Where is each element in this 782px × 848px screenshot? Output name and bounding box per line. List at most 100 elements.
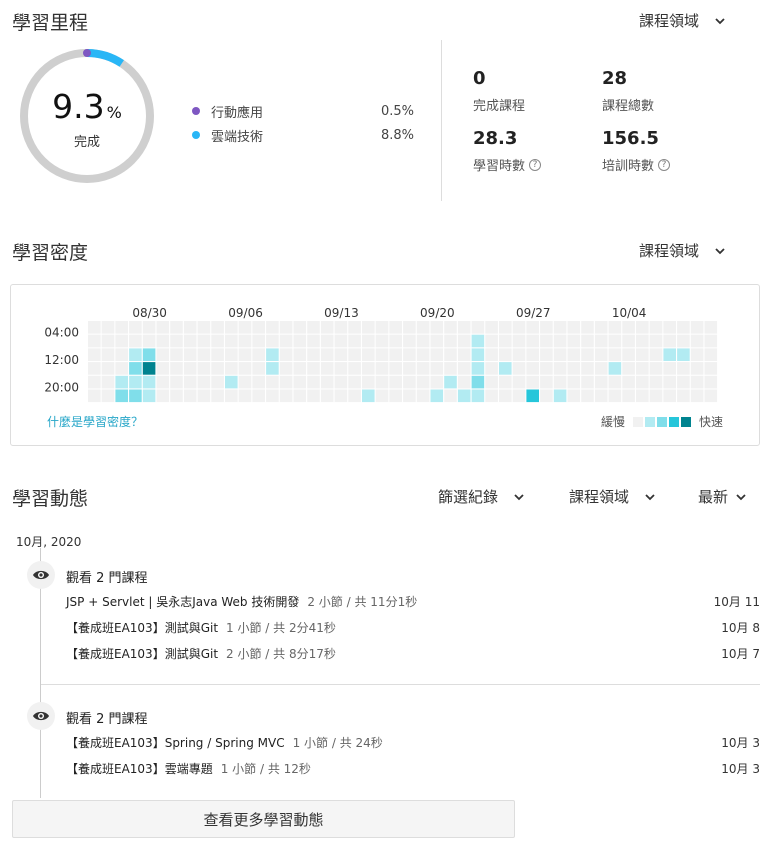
heatmap-cell xyxy=(334,321,348,334)
heatmap-cell xyxy=(252,375,265,389)
heatmap-cell xyxy=(389,375,402,389)
heatmap-cell xyxy=(142,321,156,334)
heatmap-cell xyxy=(266,321,279,334)
heatmap-cell xyxy=(129,362,142,375)
heatmap-cell xyxy=(622,389,635,403)
activity-course: 【養成班EA103】測試與Git xyxy=(66,647,219,661)
heatmap-cell xyxy=(403,321,416,334)
heatmap-date-label: 09/27 xyxy=(516,306,551,320)
heatmap-cell xyxy=(594,375,608,389)
heatmap-cell xyxy=(156,375,170,389)
heatmap-cell xyxy=(101,348,115,361)
sort-label: 最新 xyxy=(698,488,729,506)
sort-dropdown[interactable]: 最新 xyxy=(698,486,748,507)
heatmap-cell xyxy=(225,321,238,334)
heatmap-cell xyxy=(266,334,279,348)
heatmap-cell xyxy=(156,348,170,361)
heatmap-cell xyxy=(622,321,635,334)
progress-domain-dropdown[interactable]: 課程領域 xyxy=(639,10,727,31)
heatmap-cell xyxy=(690,389,704,403)
heatmap-cell xyxy=(142,362,156,375)
heatmap-cell xyxy=(362,375,375,389)
activity-row[interactable]: 【養成班EA103】測試與Git 1 小節 / 共 2分41秒 10月 8 xyxy=(66,619,760,636)
heatmap-cell xyxy=(540,321,553,334)
activity-row[interactable]: JSP + Servlet | 吳永志Java Web 技術開發 2 小節 / … xyxy=(66,593,760,610)
heatmap-cell xyxy=(183,362,197,375)
heatmap-cell xyxy=(690,334,704,348)
legend-slow-label: 緩慢 xyxy=(600,415,625,429)
heatmap-cell xyxy=(485,348,498,361)
heatmap-cell xyxy=(581,375,594,389)
heatmap-cell xyxy=(348,362,361,375)
eye-icon xyxy=(27,702,55,730)
heatmap-cell xyxy=(320,362,334,375)
heatmap-cell xyxy=(457,348,471,361)
heatmap-cell xyxy=(156,321,170,334)
heatmap-cell xyxy=(457,334,471,348)
heatmap-cell xyxy=(553,375,567,389)
heatmap-cell xyxy=(457,389,471,403)
heatmap-cell xyxy=(526,348,539,361)
legend-fast-label: 快速 xyxy=(698,415,723,429)
heatmap-cell xyxy=(690,362,704,375)
heatmap-cell xyxy=(307,389,320,403)
help-icon[interactable]: ? xyxy=(529,158,542,171)
legend-value: 0.5% xyxy=(380,103,414,119)
heatmap-cell xyxy=(416,321,430,334)
stat-training-hours: 156.5 培訓時數? xyxy=(602,128,671,174)
chevron-down-icon xyxy=(715,247,725,254)
heatmap-cell xyxy=(375,348,389,361)
heatmap-cell xyxy=(704,321,718,334)
heatmap-cell xyxy=(170,334,183,348)
heatmap-cell xyxy=(389,362,402,375)
stat-value: 28.3 xyxy=(473,128,518,149)
activity-row[interactable]: 【養成班EA103】測試與Git 2 小節 / 共 8分17秒 10月 7 xyxy=(66,645,760,662)
heatmap-cell xyxy=(293,375,307,389)
heatmap-cell xyxy=(101,362,115,375)
heatmap-cell xyxy=(677,362,690,375)
heatmap-cell xyxy=(594,362,608,375)
heatmap-cell xyxy=(553,334,567,348)
filter-records-dropdown[interactable]: 篩選紀錄 xyxy=(438,486,526,507)
heatmap-cell xyxy=(649,321,663,334)
heatmap-cell xyxy=(636,362,649,375)
heatmap-cell xyxy=(608,321,622,334)
activity-meta: 1 小節 / 共 24秒 xyxy=(292,736,383,750)
heatmap-cell xyxy=(170,362,183,375)
heatmap-cell xyxy=(197,375,211,389)
density-help-link[interactable]: 什麼是學習密度？ xyxy=(47,413,143,430)
heatmap-cell xyxy=(430,334,444,348)
density-domain-dropdown[interactable]: 課程領域 xyxy=(639,240,727,261)
heatmap-cell xyxy=(170,348,183,361)
filter-records-label: 篩選紀錄 xyxy=(438,488,499,506)
activity-date: 10月 7 xyxy=(721,647,760,661)
heatmap-cell xyxy=(320,334,334,348)
legend-value: 8.8% xyxy=(380,127,414,143)
heatmap-cell xyxy=(88,375,101,389)
activity-group-title: 觀看 2 門課程 xyxy=(66,571,148,586)
heatmap-cell xyxy=(430,362,444,375)
help-icon[interactable]: ? xyxy=(658,158,671,171)
heatmap-cell xyxy=(307,362,320,375)
heatmap-cell xyxy=(649,348,663,361)
heatmap-cell xyxy=(649,362,663,375)
heatmap-cell xyxy=(608,389,622,403)
heatmap-cell xyxy=(540,389,553,403)
heatmap-cell xyxy=(704,362,718,375)
heatmap-cell xyxy=(690,375,704,389)
heatmap-cell xyxy=(225,362,238,375)
heatmap-cell xyxy=(197,321,211,334)
heatmap-cell xyxy=(403,375,416,389)
activity-domain-dropdown[interactable]: 課程領域 xyxy=(569,486,657,507)
heatmap-cell xyxy=(293,348,307,361)
heatmap-cell xyxy=(183,321,197,334)
chevron-down-icon xyxy=(715,17,725,24)
heatmap-cell xyxy=(320,375,334,389)
heatmap-cell xyxy=(485,334,498,348)
heatmap-cell xyxy=(471,389,485,403)
activity-row[interactable]: 【養成班EA103】雲端專題 1 小節 / 共 12秒 10月 3 xyxy=(66,760,760,777)
heatmap-cell xyxy=(170,375,183,389)
view-more-activity-button[interactable]: 查看更多學習動態 xyxy=(12,800,515,838)
activity-row[interactable]: 【養成班EA103】Spring / Spring MVC 1 小節 / 共 2… xyxy=(66,734,760,751)
activity-course: JSP + Servlet | 吳永志Java Web 技術開發 xyxy=(66,595,300,609)
